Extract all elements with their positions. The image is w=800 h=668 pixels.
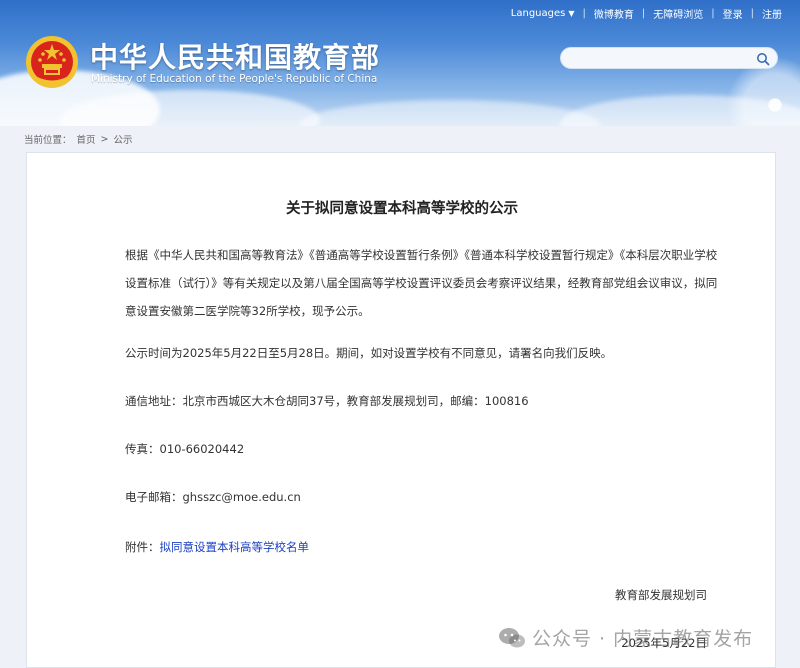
content-panel: 关于拟同意设置本科高等学校的公示 根据《中华人民共和国高等教育法》《普通高等学校… bbox=[26, 152, 776, 668]
watermark: 公众号 · 内蒙古教育发布 bbox=[498, 624, 753, 651]
separator: | bbox=[582, 8, 586, 19]
article-title: 关于拟同意设置本科高等学校的公示 bbox=[286, 201, 518, 217]
fax-line: 传真：010-66020442 bbox=[125, 442, 245, 456]
breadcrumb-current[interactable]: 公示 bbox=[114, 132, 133, 146]
chevron-down-icon[interactable]: ▼ bbox=[568, 9, 574, 18]
login-link[interactable]: 登录 bbox=[723, 6, 743, 21]
national-emblem-icon[interactable] bbox=[24, 34, 80, 90]
site-subtitle: Ministry of Education of the People's Re… bbox=[91, 73, 378, 85]
top-links: Languages ▼ | 微博教育 | 无障碍浏览 | 登录 | 注册 bbox=[503, 6, 782, 21]
watermark-text: 公众号 · 内蒙古教育发布 bbox=[532, 628, 754, 650]
separator: | bbox=[711, 8, 715, 19]
attachment-link[interactable]: 拟同意设置本科高等学校名单 bbox=[160, 540, 310, 554]
email-line: 电子邮箱：ghsszc@moe.edu.cn bbox=[125, 490, 301, 504]
signature-org: 教育部发展规划司 bbox=[615, 588, 707, 602]
wechat-icon bbox=[498, 627, 526, 649]
search-input[interactable] bbox=[560, 47, 778, 69]
weibo-link[interactable]: 微博教育 bbox=[594, 6, 634, 21]
attachment-line: 附件：拟同意设置本科高等学校名单 bbox=[125, 539, 309, 555]
breadcrumb-home[interactable]: 首页 bbox=[77, 132, 96, 146]
register-link[interactable]: 注册 bbox=[762, 6, 782, 21]
breadcrumb: 当前位置： 首页 > 公示 bbox=[24, 132, 138, 147]
site-title[interactable]: 中华人民共和国教育部 bbox=[90, 36, 380, 76]
attachment-label: 附件： bbox=[125, 540, 160, 554]
site-header: Languages ▼ | 微博教育 | 无障碍浏览 | 登录 | 注册 中华人… bbox=[0, 0, 800, 126]
breadcrumb-label: 当前位置： bbox=[24, 135, 72, 146]
separator: | bbox=[750, 8, 754, 19]
separator: | bbox=[641, 8, 646, 19]
search-icon[interactable] bbox=[756, 51, 770, 66]
article-paragraph-1: 根据《中华人民共和国高等教育法》《普通高等学校设置暂行条例》《普通本科学校设置暂… bbox=[125, 248, 718, 318]
accessibility-link[interactable]: 无障碍浏览 bbox=[653, 6, 703, 21]
chevron-right-icon: > bbox=[100, 133, 109, 145]
languages-link[interactable]: Languages bbox=[511, 8, 566, 19]
address-line: 通信地址：北京市西城区大木仓胡同37号，教育部发展规划司，邮编：100816 bbox=[125, 394, 529, 408]
article-paragraph-2: 公示时间为2025年5月22日至5月28日。期间，如对设置学校有不同意见，请署名… bbox=[125, 346, 613, 360]
